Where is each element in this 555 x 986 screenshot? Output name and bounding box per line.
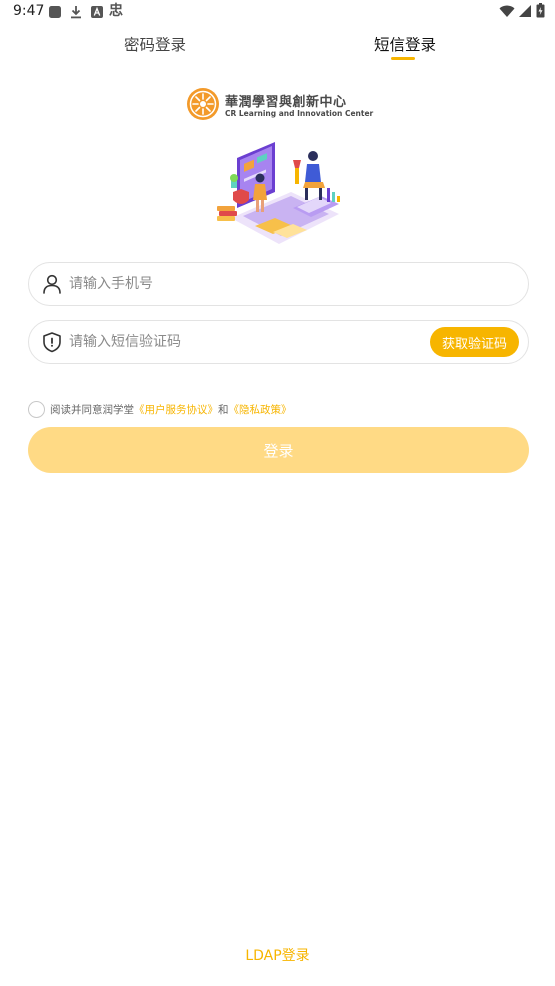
agreement-prefix: 阅读并同意润学堂 — [50, 403, 134, 416]
user-icon — [41, 273, 63, 295]
agreement-connector: 和 — [218, 403, 229, 416]
user-agreement-link[interactable]: 《用户服务协议》 — [134, 402, 218, 417]
sms-code-input[interactable] — [69, 321, 419, 363]
notification-square-icon — [48, 4, 62, 18]
get-code-button[interactable]: 获取验证码 — [430, 327, 519, 357]
logo: 華潤學習與創新中心 CR Learning and Innovation Cen… — [186, 86, 376, 122]
chinese-char-icon: 忠 — [109, 3, 123, 19]
battery-icon — [536, 3, 545, 22]
sms-code-field[interactable]: 获取验证码 — [28, 320, 529, 364]
tab-password-login[interactable]: 密码登录 — [124, 33, 186, 55]
phone-field[interactable] — [28, 262, 529, 306]
logo-name: 華潤學習與創新中心 — [225, 95, 347, 110]
login-button[interactable]: 登录 — [28, 427, 529, 473]
wifi-icon — [499, 3, 515, 22]
login-mode-tabs: 密码登录 短信登录 — [0, 24, 555, 64]
agree-checkbox[interactable] — [28, 400, 45, 418]
phone-input[interactable] — [69, 263, 509, 305]
hero-illustration — [213, 140, 343, 250]
ldap-login-link[interactable]: LDAP登录 — [0, 945, 555, 965]
tab-sms-login[interactable]: 短信登录 — [374, 33, 436, 55]
status-bar: 9:47 忠 — [0, 0, 555, 24]
status-right-icons — [499, 3, 545, 22]
translate-icon — [90, 4, 104, 18]
signal-icon — [519, 3, 532, 22]
active-tab-indicator — [391, 57, 415, 60]
status-time: 9:47 — [13, 3, 45, 19]
agreement-row: 阅读并同意润学堂 《用户服务协议》 和 《隐私政策》 — [28, 400, 292, 418]
logo-emblem-icon — [187, 88, 219, 120]
logo-subtitle: CR Learning and Innovation Center — [225, 109, 374, 118]
download-icon — [69, 4, 83, 19]
privacy-policy-link[interactable]: 《隐私政策》 — [229, 402, 292, 417]
shield-icon — [41, 331, 63, 353]
